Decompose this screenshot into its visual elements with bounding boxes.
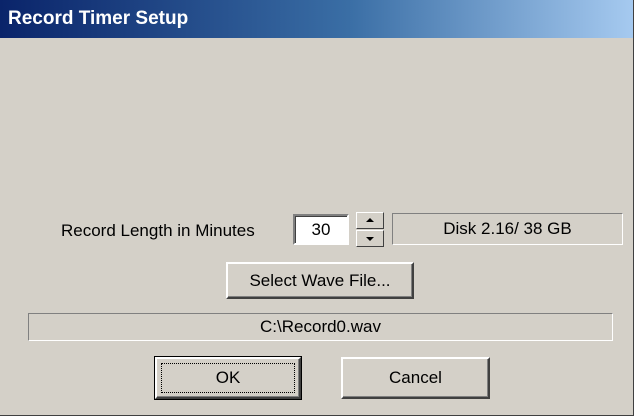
ok-button[interactable]: OK [154,356,302,400]
window-title: Record Timer Setup [8,8,189,29]
record-length-value: 30 [311,219,331,239]
title-bar[interactable]: Record Timer Setup [0,0,633,38]
record-length-input[interactable]: 30 [293,214,349,245]
file-path-display: C:\Record0.wav [28,313,613,341]
arrow-up-icon [366,217,374,222]
select-wave-file-label: Select Wave File... [249,270,391,290]
ok-label: OK [215,368,241,387]
disk-space-text: Disk 2.16/ 38 GB [443,219,572,238]
cancel-button[interactable]: Cancel [341,357,490,399]
cancel-label: Cancel [389,368,442,387]
disk-space-display: Disk 2.16/ 38 GB [392,213,623,245]
record-timer-setup-dialog: Record Timer Setup Record Length in Minu… [0,0,634,416]
spin-down-button[interactable] [356,230,384,247]
spin-up-button[interactable] [356,212,384,229]
record-length-label: Record Length in Minutes [61,221,255,240]
select-wave-file-button[interactable]: Select Wave File... [226,262,414,299]
arrow-down-icon [366,236,374,241]
file-path-text: C:\Record0.wav [260,317,381,336]
